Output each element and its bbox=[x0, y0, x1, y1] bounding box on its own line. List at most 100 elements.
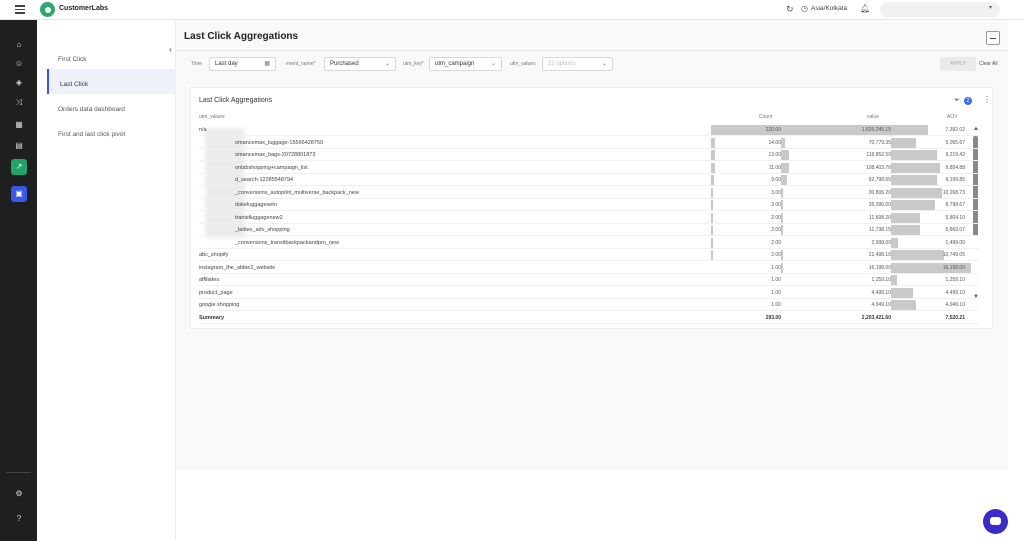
count-cell: 11.00 bbox=[768, 164, 781, 171]
timezone-selector[interactable]: Asia/Kolkata bbox=[811, 5, 847, 12]
utm-value-cell: affiliates bbox=[199, 277, 220, 283]
utm-key-select[interactable]: utm_campaign ⌄ bbox=[429, 57, 502, 71]
share-icon[interactable]: ⤨ bbox=[11, 95, 27, 111]
utm-value-cell: _ladies_adv_shopping bbox=[235, 227, 290, 233]
table-row[interactable]: onlabshopping+campaign_list 11.00 108,403.… bbox=[199, 162, 979, 174]
more-options-icon[interactable]: ⋮ bbox=[983, 95, 991, 104]
column-header-aov[interactable]: AOV bbox=[947, 114, 958, 120]
table-row[interactable]: google shopping 1.00 4,949.10 4,949.10 bbox=[199, 299, 979, 311]
hamburger-menu-icon[interactable] bbox=[15, 5, 25, 14]
filter-icon[interactable]: ⏷ bbox=[954, 97, 960, 105]
grid-icon[interactable]: ▣ bbox=[11, 186, 27, 202]
home-icon[interactable]: ⌂ bbox=[11, 37, 27, 53]
value-bar bbox=[781, 225, 783, 235]
count-cell: 220.00 bbox=[765, 127, 781, 133]
clear-all-link[interactable]: Clear All bbox=[979, 61, 998, 67]
account-menu[interactable] bbox=[880, 2, 1000, 18]
summary-row[interactable]: Summary 293.00 2,203,421.60 7,520.21 bbox=[199, 312, 979, 324]
aov-bar bbox=[891, 125, 928, 135]
table-icon[interactable]: ▦ bbox=[11, 117, 27, 133]
count-cell: 14.00 bbox=[768, 139, 781, 146]
collapse-sidebar-chevron-icon[interactable]: ‹ bbox=[169, 45, 172, 54]
aov-bar bbox=[891, 212, 920, 223]
value-cell: 4,949.10 bbox=[871, 302, 891, 308]
value-cell: 2,203,421.60 bbox=[861, 314, 891, 321]
subnav-item-last-click[interactable]: Last Click bbox=[47, 69, 176, 94]
value-cell: 108,403.70 bbox=[865, 164, 891, 171]
utm-value-cell: product_page bbox=[199, 289, 233, 296]
chevron-down-icon: ⌄ bbox=[384, 61, 390, 67]
table-row[interactable]: dokeluggagesetn 3.00 26,396.00 8,798.67 bbox=[199, 199, 979, 211]
utm-value-cell: omancemax_luggage-15566428750 bbox=[235, 139, 324, 146]
aov-bar bbox=[891, 237, 899, 248]
aov-bar bbox=[891, 225, 920, 235]
utm-value-cell: onlabshopping+campaign_list bbox=[235, 164, 308, 171]
help-icon[interactable]: ? bbox=[11, 511, 27, 527]
users-icon[interactable]: ☺ bbox=[11, 56, 27, 72]
count-cell: 3.00 bbox=[771, 202, 781, 208]
count-cell: 1.00 bbox=[771, 277, 781, 283]
refresh-icon[interactable]: ↻ bbox=[786, 4, 794, 15]
value-bar bbox=[781, 212, 783, 223]
card-title: Last Click Aggregations bbox=[199, 97, 273, 104]
subnav-item-first-last-pivot[interactable]: First and last click pivot bbox=[47, 119, 176, 144]
table-row[interactable]: d_search-12285548794 9.00 82,798.65 9,199.8… bbox=[199, 174, 979, 186]
aov-cell: 4,949.10 bbox=[945, 302, 965, 308]
aov-cell: 10,268.73 bbox=[942, 189, 965, 196]
utm-values-select[interactable]: 22 options ⌄ bbox=[542, 57, 613, 71]
table-row[interactable]: omancemax_luggage-15566428750 14.00 70,779… bbox=[199, 137, 979, 149]
table-row[interactable]: abc_shopify 2.00 21,498.10 10,749.05 bbox=[199, 249, 979, 261]
aov-cell: 9,199.85 bbox=[945, 177, 965, 183]
subnav-item-first-click[interactable]: First Click bbox=[47, 44, 176, 69]
aov-cell: 9,219.42 bbox=[945, 152, 965, 158]
count-bar bbox=[711, 187, 713, 198]
aov-cell: 16,198.00 bbox=[942, 264, 965, 271]
aov-bar bbox=[891, 187, 943, 198]
title-divider bbox=[176, 50, 1008, 51]
table-row[interactable]: _ladies_adv_shopping 2.00 11,738.15 5,869.0… bbox=[199, 224, 979, 236]
table-row[interactable]: n/a 220.00 1,626,245.15 7,392.02 bbox=[199, 124, 979, 136]
chart-icon[interactable]: ↗ bbox=[11, 159, 27, 175]
collapse-all-button[interactable] bbox=[986, 31, 1000, 45]
table-row[interactable]: _conversions_transitbackpackandpro_new 2.… bbox=[199, 237, 979, 249]
notification-bell-icon[interactable]: 🔔︎ bbox=[860, 4, 870, 13]
document-icon[interactable]: ▤ bbox=[11, 138, 27, 154]
chevron-down-icon: ⌄ bbox=[490, 61, 496, 67]
chat-bubble-button[interactable] bbox=[983, 509, 1008, 534]
time-filter-value: Last day bbox=[215, 61, 238, 67]
value-bar bbox=[781, 187, 784, 198]
count-bar bbox=[711, 137, 716, 148]
utm-values-placeholder: 22 options bbox=[548, 61, 576, 67]
value-cell: 1,626,245.15 bbox=[861, 127, 891, 133]
table-row[interactable]: product_page 1.00 4,499.10 4,499.10 bbox=[199, 287, 979, 299]
apply-button[interactable]: APPLY bbox=[940, 57, 976, 71]
count-bar bbox=[711, 225, 713, 235]
table-row[interactable]: omancemax_bags-20728801873 13.00 119,852.5… bbox=[199, 149, 979, 161]
value-bar bbox=[781, 175, 787, 185]
count-cell: 1.00 bbox=[771, 264, 781, 271]
aov-bar bbox=[891, 175, 937, 185]
value-bar bbox=[781, 150, 789, 160]
utm-values-label: utm_values bbox=[510, 61, 536, 67]
chevron-down-icon[interactable]: ▾ bbox=[989, 4, 992, 11]
time-filter-input[interactable]: Last day ▦ bbox=[209, 57, 276, 71]
value-cell: 82,798.65 bbox=[868, 177, 891, 183]
event-name-select[interactable]: Purchased ⌄ bbox=[324, 57, 396, 71]
subnav-item-orders-dashboard[interactable]: Orders data dashboard bbox=[47, 94, 176, 119]
table-row[interactable]: affiliates 1.00 1,259.10 1,259.10 bbox=[199, 274, 979, 286]
count-cell: 2.00 bbox=[771, 227, 781, 233]
column-header-value[interactable]: value bbox=[867, 114, 879, 120]
table-row[interactable]: instagram_the_abbie2_website 1.00 16,198.0… bbox=[199, 262, 979, 274]
settings-icon[interactable]: ⚙ bbox=[11, 486, 27, 502]
rail-divider bbox=[6, 472, 31, 473]
table-row[interactable]: transitluggagenew2 2.00 11,608.20 5,804.10 bbox=[199, 212, 979, 224]
aov-cell: 7,520.21 bbox=[945, 314, 965, 321]
value-bar bbox=[781, 250, 783, 260]
value-cell: 119,852.50 bbox=[866, 152, 891, 158]
column-header-utm-values[interactable]: utm_values bbox=[199, 114, 225, 120]
event-name-value: Purchased bbox=[330, 61, 359, 67]
aov-cell: 8,798.67 bbox=[945, 202, 965, 208]
layers-icon[interactable]: ◈ bbox=[11, 75, 27, 91]
table-row[interactable]: _conversions_autopilot_multiverse_backpa… bbox=[199, 187, 979, 199]
column-header-count[interactable]: Count bbox=[759, 114, 772, 120]
